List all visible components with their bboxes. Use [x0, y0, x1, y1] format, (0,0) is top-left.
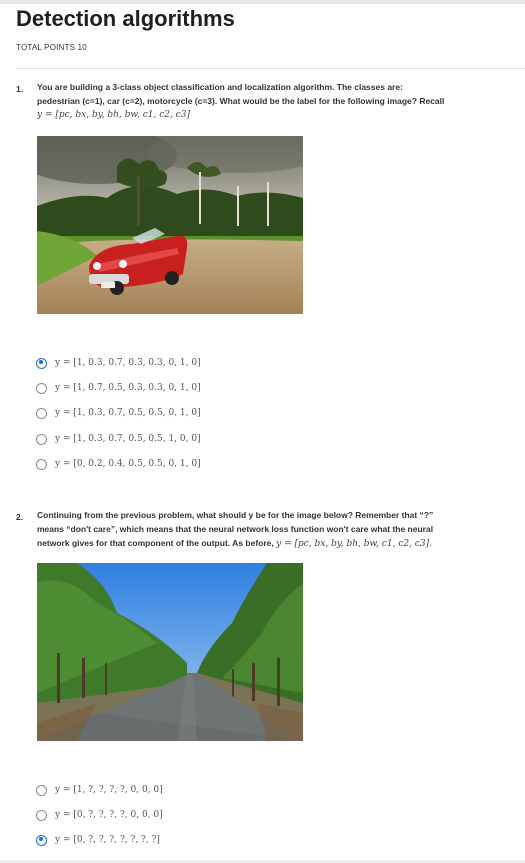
page-title: Detection algorithms [16, 6, 235, 31]
q1-option-5-label: y = [0, 0.2, 0.4, 0.5, 0.5, 0, 1, 0] [55, 459, 201, 469]
question-1-text: You are building a 3-class object classi… [37, 80, 444, 122]
total-points: TOTAL POINTS 10 [16, 43, 87, 52]
q1-option-3[interactable]: y = [1, 0.3, 0.7, 0.5, 0.5, 0, 1, 0] [36, 405, 201, 421]
q1-option-2-radio[interactable] [36, 382, 47, 394]
q1-option-2[interactable]: y = [1, 0.7, 0.5, 0.3, 0.3, 0, 1, 0] [36, 380, 201, 396]
header-divider [16, 68, 525, 69]
question-1-image [37, 136, 303, 314]
q1-option-1-label: y = [1, 0.3, 0.7, 0.3, 0.3, 0, 1, 0] [55, 358, 201, 368]
q1-option-5[interactable]: y = [0, 0.2, 0.4, 0.5, 0.5, 0, 1, 0] [36, 456, 201, 472]
q1-option-3-radio[interactable] [36, 407, 47, 419]
question-2-image [37, 563, 303, 741]
q2-option-2[interactable]: y = [0, ?, ?, ?, ?, 0, 0, 0] [36, 807, 163, 823]
q1-option-4-label: y = [1, 0.3, 0.7, 0.5, 0.5, 1, 0, 0] [55, 434, 201, 444]
q2-option-1-label: y = [1, ?, ?, ?, ?, 0, 0, 0] [55, 785, 163, 795]
q2-option-3-radio[interactable] [36, 834, 47, 846]
question-2-line-2: means “don't care”, which means that the… [37, 524, 434, 534]
q2-option-1-radio[interactable] [36, 784, 47, 796]
q1-option-4[interactable]: y = [1, 0.3, 0.7, 0.5, 0.5, 1, 0, 0] [36, 431, 201, 447]
question-1-number: 1. [16, 84, 24, 94]
question-2-number: 2. [16, 512, 24, 522]
q2-option-2-radio[interactable] [36, 809, 47, 821]
question-2-formula: y = [pc, bx, by, bh, bw, c1, c2, c3]. [276, 539, 432, 549]
q1-option-5-radio[interactable] [36, 458, 47, 470]
q1-option-2-label: y = [1, 0.7, 0.5, 0.3, 0.3, 0, 1, 0] [55, 383, 201, 393]
top-border [0, 0, 525, 4]
question-2-line-1: Continuing from the previous problem, wh… [37, 510, 434, 520]
question-2-line-3: network gives for that component of the … [37, 538, 274, 548]
question-1-formula: y = [pc, bx, by, bh, bw, c1, c2, c3] [37, 110, 190, 120]
question-1-line-2: pedestrian (c=1), car (c=2), motorcycle … [37, 96, 445, 106]
question-1-line-1: You are building a 3-class object classi… [37, 82, 403, 92]
q1-option-3-label: y = [1, 0.3, 0.7, 0.5, 0.5, 0, 1, 0] [55, 408, 201, 418]
q1-option-1-radio[interactable] [36, 357, 47, 369]
q2-option-1[interactable]: y = [1, ?, ?, ?, ?, 0, 0, 0] [36, 782, 163, 798]
q1-option-1[interactable]: y = [1, 0.3, 0.7, 0.3, 0.3, 0, 1, 0] [36, 355, 201, 371]
question-2-text: Continuing from the previous problem, wh… [37, 508, 433, 551]
q2-option-3-label: y = [0, ?, ?, ?, ?, ?, ?, ?] [55, 835, 160, 845]
q2-option-2-label: y = [0, ?, ?, ?, ?, 0, 0, 0] [55, 810, 163, 820]
q2-option-3[interactable]: y = [0, ?, ?, ?, ?, ?, ?, ?] [36, 832, 160, 848]
q1-option-4-radio[interactable] [36, 433, 47, 445]
